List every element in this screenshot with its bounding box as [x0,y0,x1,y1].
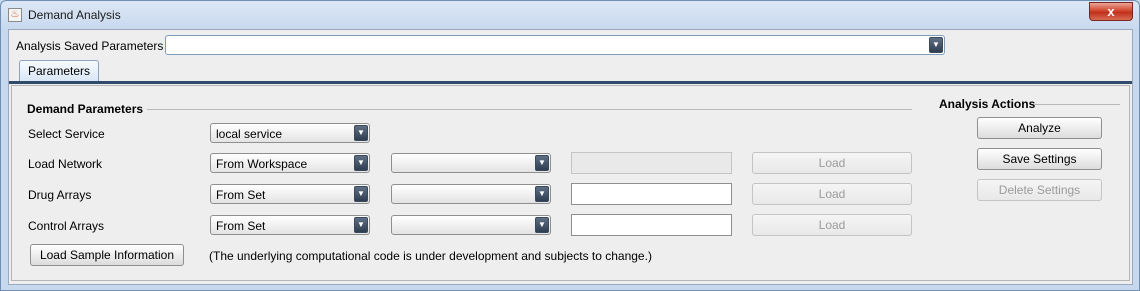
demand-analysis-window: ♨ Demand Analysis x Analysis Saved Param… [0,0,1140,291]
select-service-label: Select Service [28,127,105,141]
control-arrays-load-button: Load [752,214,912,236]
analyze-button[interactable]: Analyze [977,117,1102,139]
drug-arrays-item-combo[interactable]: ▼ [391,184,551,204]
load-network-label: Load Network [28,157,103,171]
chevron-down-icon: ▼ [535,186,549,202]
chevron-down-icon: ▼ [535,217,549,233]
window-content: Analysis Saved Parameters ▼ Parameters D… [8,29,1133,285]
select-service-combo[interactable]: local service ▼ [210,123,370,143]
chevron-down-icon: ▼ [535,155,549,171]
control-arrays-label: Control Arrays [28,219,105,233]
select-service-value: local service [216,127,283,141]
drug-arrays-field[interactable] [571,183,732,205]
control-arrays-source-value: From Set [216,219,266,233]
chevron-down-icon: ▼ [354,217,368,233]
control-arrays-field[interactable] [571,214,732,236]
load-sample-information-button[interactable]: Load Sample Information [30,244,184,266]
close-button[interactable]: x [1089,2,1133,21]
demand-separator [147,109,912,110]
load-network-item-combo[interactable]: ▼ [391,153,551,173]
tab-parameters[interactable]: Parameters [19,60,99,82]
drug-arrays-source-combo[interactable]: From Set ▼ [210,184,370,204]
java-app-icon: ♨ [8,8,22,22]
chevron-down-icon: ▼ [929,37,943,53]
demand-parameters-title: Demand Parameters [27,102,144,116]
development-note: (The underlying computational code is un… [209,249,652,263]
drug-arrays-source-value: From Set [216,188,266,202]
load-network-field [571,152,732,174]
load-network-source-value: From Workspace [216,157,308,171]
chevron-down-icon: ▼ [354,155,368,171]
control-arrays-source-combo[interactable]: From Set ▼ [210,215,370,235]
save-settings-button[interactable]: Save Settings [977,148,1102,170]
load-network-source-combo[interactable]: From Workspace ▼ [210,153,370,173]
chevron-down-icon: ▼ [354,125,368,141]
control-arrays-item-combo[interactable]: ▼ [391,215,551,235]
load-network-button: Load [752,152,912,174]
analysis-actions-title: Analysis Actions [939,97,1036,111]
parameters-panel: Demand Parameters Select Service local s… [11,85,1130,281]
tab-underline [9,81,1132,84]
saved-parameters-label: Saved Parameters [64,39,164,53]
saved-parameters-combo[interactable]: ▼ [165,35,945,55]
chevron-down-icon: ▼ [354,186,368,202]
title-bar[interactable]: ♨ Demand Analysis x [1,1,1139,29]
delete-settings-button: Delete Settings [977,179,1102,201]
drug-arrays-load-button: Load [752,183,912,205]
window-title: Demand Analysis [28,8,121,22]
analysis-label: Analysis [16,39,61,53]
actions-separator [1035,104,1120,105]
drug-arrays-label: Drug Arrays [28,188,92,202]
